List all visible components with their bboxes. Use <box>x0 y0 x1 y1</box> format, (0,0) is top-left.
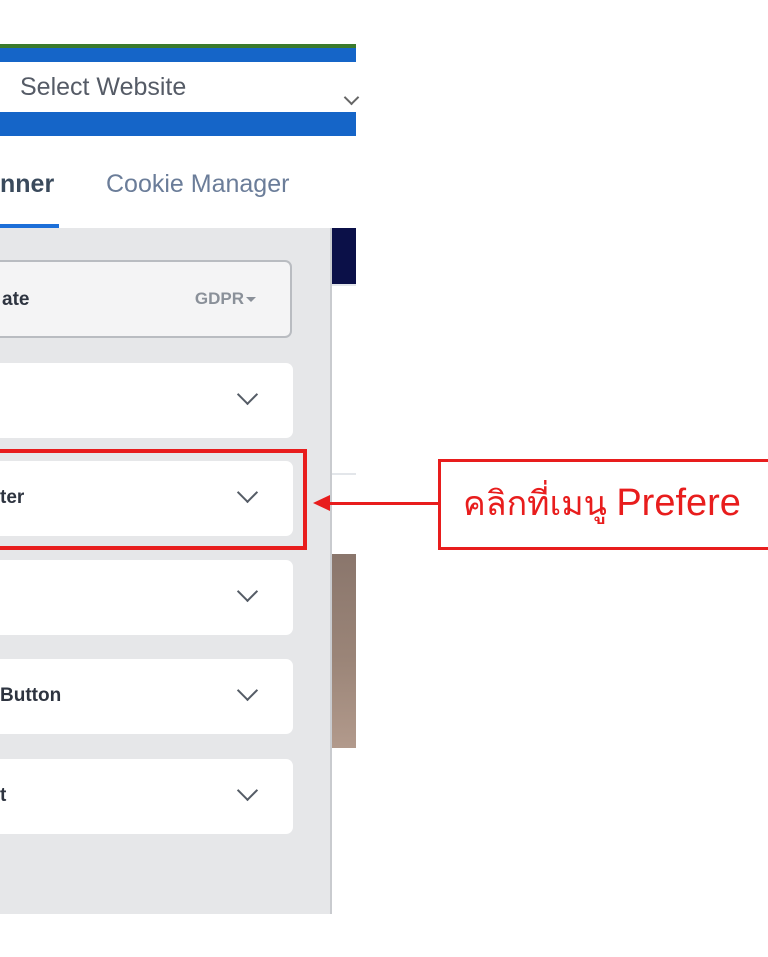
accordion-item-4[interactable]: Button <box>0 659 293 734</box>
arrow-left-icon <box>313 495 330 511</box>
chevron-down-icon <box>343 89 360 106</box>
annotation-thai-text: คลิกที่เมนู <box>463 485 617 523</box>
settings-panel: ate GDPR ter Button t <box>0 228 332 914</box>
divider <box>332 284 356 286</box>
banner-preview <box>332 228 356 748</box>
annotation-english-text: Prefere <box>616 482 741 524</box>
preview-header <box>332 228 356 284</box>
chevron-down-icon <box>236 580 259 603</box>
highlight-box <box>0 449 307 550</box>
accordion-item-3[interactable] <box>0 560 293 635</box>
chevron-down-icon <box>236 779 259 802</box>
caret-down-icon <box>246 297 256 302</box>
accordion-item-5[interactable]: t <box>0 759 293 834</box>
accordion-label: t <box>0 785 7 806</box>
accordion-item-1[interactable] <box>0 363 293 438</box>
website-select-container: Select Website <box>0 44 360 136</box>
preview-image <box>332 554 356 748</box>
tab-cookie-banner[interactable]: nner <box>0 170 54 199</box>
template-value: GDPR <box>194 289 244 308</box>
annotation-arrow-line <box>328 502 440 505</box>
website-select[interactable]: Select Website <box>0 62 360 112</box>
divider <box>332 473 356 475</box>
top-accent-bar <box>0 44 356 48</box>
tab-cookie-manager[interactable]: Cookie Manager <box>106 170 289 199</box>
annotation-callout: คลิกที่เมนู Prefere <box>438 459 768 550</box>
chevron-down-icon <box>236 679 259 702</box>
chevron-down-icon <box>236 383 259 406</box>
website-select-placeholder: Select Website <box>20 73 187 101</box>
template-label: ate <box>2 289 30 310</box>
tab-bar: nner Cookie Manager <box>0 160 356 228</box>
template-selector[interactable]: ate GDPR <box>0 260 292 338</box>
annotation-text: คลิกที่เมนู Prefere <box>463 476 741 530</box>
accordion-label: Button <box>0 685 62 706</box>
